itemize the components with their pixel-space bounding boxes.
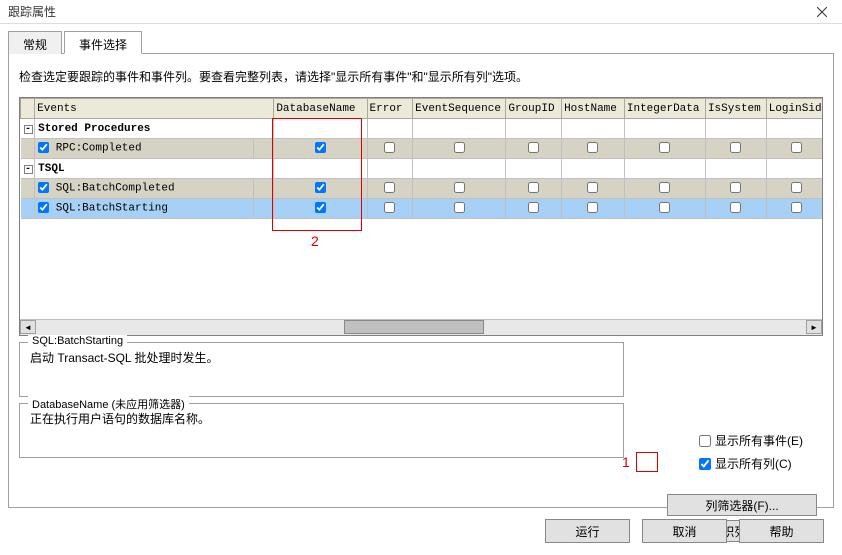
cancel-button[interactable]: 取消 (642, 519, 727, 543)
close-button[interactable] (802, 0, 842, 24)
collapse-icon[interactable]: - (24, 165, 33, 174)
dialog-buttons: 运行 取消 帮助 (545, 519, 824, 543)
col-loginsid[interactable]: LoginSid (766, 99, 823, 119)
cell-checkbox[interactable] (384, 142, 395, 153)
cell-checkbox[interactable] (384, 182, 395, 193)
tab-strip: 常规 事件选择 (8, 30, 834, 54)
col-databasename[interactable]: DatabaseName (274, 99, 367, 119)
group-label: Stored Procedures (35, 119, 274, 139)
tab-panel: 检查选定要跟踪的事件和事件列。要查看完整列表，请选择"显示所有事件"和"显示所有… (8, 54, 834, 508)
cell-checkbox[interactable] (791, 142, 802, 153)
event-info-desc: 启动 Transact-SQL 批处理时发生。 (30, 349, 613, 368)
show-all-cols-option[interactable]: 显示所有列(C) (699, 455, 803, 472)
col-events[interactable]: Events (35, 99, 274, 119)
scroll-track[interactable] (36, 320, 806, 334)
events-grid[interactable]: Events DatabaseName Error EventSequence … (19, 97, 823, 336)
cell-checkbox[interactable] (659, 202, 670, 213)
group-stored-procedures[interactable]: - Stored Procedures (21, 119, 824, 139)
event-info-box: SQL:BatchStarting 启动 Transact-SQL 批处理时发生… (19, 342, 624, 397)
event-label: SQL:BatchStarting (56, 203, 168, 215)
column-info-box: DatabaseName (未应用筛选器) 正在执行用户语句的数据库名称。 (19, 403, 624, 458)
run-button[interactable]: 运行 (545, 519, 630, 543)
show-all-events-option[interactable]: 显示所有事件(E) (699, 432, 803, 449)
scroll-thumb[interactable] (344, 320, 484, 334)
column-info-desc: 正在执行用户语句的数据库名称。 (30, 410, 613, 429)
col-error[interactable]: Error (367, 99, 413, 119)
cell-checkbox[interactable] (315, 202, 326, 213)
event-label: SQL:BatchCompleted (56, 183, 175, 195)
show-all-events-checkbox[interactable] (699, 435, 711, 447)
cell-checkbox[interactable] (659, 142, 670, 153)
cell-checkbox[interactable] (454, 182, 465, 193)
instruction-text: 检查选定要跟踪的事件和事件列。要查看完整列表，请选择"显示所有事件"和"显示所有… (19, 68, 823, 85)
tab-events[interactable]: 事件选择 (64, 31, 142, 54)
col-hostname[interactable]: HostName (562, 99, 625, 119)
col-issystem[interactable]: IsSystem (705, 99, 766, 119)
group-tsql[interactable]: - TSQL (21, 159, 824, 179)
title-bar: 跟踪属性 (0, 0, 842, 24)
horizontal-scrollbar[interactable]: ◄ ► (20, 319, 822, 335)
annotation-label-2: 2 (311, 233, 319, 249)
scroll-right-button[interactable]: ► (806, 320, 822, 334)
cell-checkbox[interactable] (384, 202, 395, 213)
row-checkbox[interactable] (38, 182, 49, 193)
event-info-legend: SQL:BatchStarting (28, 335, 127, 347)
cell-checkbox[interactable] (454, 202, 465, 213)
col-expand[interactable] (21, 99, 35, 119)
row-checkbox[interactable] (38, 202, 49, 213)
cell-checkbox[interactable] (528, 202, 539, 213)
cell-checkbox[interactable] (791, 182, 802, 193)
row-rpc-completed[interactable]: RPC:Completed (21, 139, 824, 159)
row-checkbox[interactable] (38, 142, 49, 153)
annotation-box-1 (636, 452, 658, 472)
cell-checkbox[interactable] (587, 182, 598, 193)
group-label: TSQL (35, 159, 274, 179)
event-label: RPC:Completed (56, 143, 142, 155)
cell-checkbox[interactable] (528, 182, 539, 193)
column-filter-button[interactable]: 列筛选器(F)... (667, 494, 817, 516)
col-integerdata[interactable]: IntegerData (624, 99, 705, 119)
close-icon (817, 7, 827, 17)
show-all-cols-checkbox[interactable] (699, 458, 711, 470)
cell-checkbox[interactable] (315, 142, 326, 153)
window-title: 跟踪属性 (8, 3, 56, 20)
row-batch-completed[interactable]: SQL:BatchCompleted (21, 179, 824, 199)
help-button[interactable]: 帮助 (739, 519, 824, 543)
cell-checkbox[interactable] (528, 142, 539, 153)
header-row: Events DatabaseName Error EventSequence … (21, 99, 824, 119)
col-groupid[interactable]: GroupID (506, 99, 562, 119)
scroll-left-button[interactable]: ◄ (20, 320, 36, 334)
cell-checkbox[interactable] (791, 202, 802, 213)
cell-checkbox[interactable] (454, 142, 465, 153)
row-batch-starting[interactable]: SQL:BatchStarting (21, 199, 824, 219)
col-eventsequence[interactable]: EventSequence (413, 99, 506, 119)
cell-checkbox[interactable] (730, 202, 741, 213)
cell-checkbox[interactable] (659, 182, 670, 193)
cell-checkbox[interactable] (730, 182, 741, 193)
cell-checkbox[interactable] (587, 202, 598, 213)
tab-general[interactable]: 常规 (8, 31, 62, 54)
show-options: 显示所有事件(E) 显示所有列(C) (699, 432, 803, 472)
column-info-legend: DatabaseName (未应用筛选器) (28, 396, 189, 412)
cell-checkbox[interactable] (315, 182, 326, 193)
cell-checkbox[interactable] (730, 142, 741, 153)
cell-checkbox[interactable] (587, 142, 598, 153)
collapse-icon[interactable]: - (24, 125, 33, 134)
